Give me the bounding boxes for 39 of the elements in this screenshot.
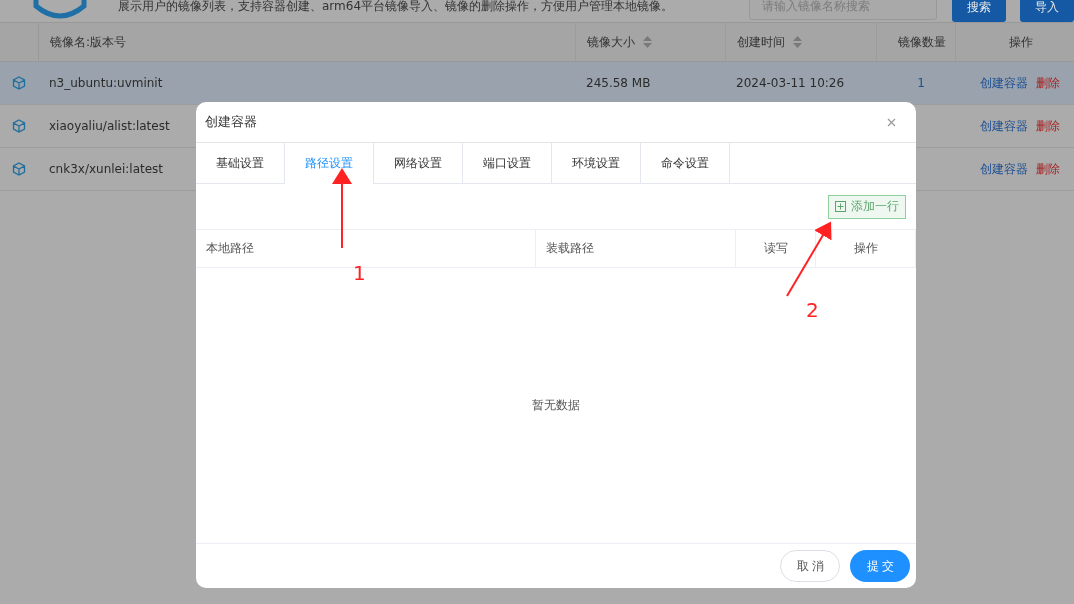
- sort-icon[interactable]: [643, 36, 652, 48]
- create-link[interactable]: 创建容器: [980, 160, 1028, 178]
- table-cell: 2024-03-11 10:26: [736, 76, 845, 90]
- table-cell: 245.58 MB: [586, 76, 651, 90]
- column-header: 操作: [853, 240, 878, 257]
- table-row[interactable]: n3_ubuntu:uvminit 245.58 MB 2024-03-11 10:26 1 创建容器 删除: [0, 62, 1074, 105]
- table-cell: xiaoyaliu/alist:latest: [49, 119, 170, 133]
- plus-icon: [835, 201, 846, 212]
- annotation-number: 2: [806, 299, 819, 321]
- search-button[interactable]: 搜索: [952, 0, 1006, 22]
- column-header: 创建时间: [737, 33, 785, 51]
- create-link[interactable]: 创建容器: [980, 74, 1028, 92]
- delete-link[interactable]: 删除: [1036, 117, 1060, 135]
- empty-message: 暂无数据: [532, 397, 580, 414]
- column-header: 镜像数量: [897, 33, 946, 51]
- delete-link[interactable]: 删除: [1036, 74, 1060, 92]
- column-header: 镜像大小: [587, 33, 635, 51]
- column-header: 操作: [1008, 33, 1033, 51]
- delete-link[interactable]: 删除: [1036, 160, 1060, 178]
- create-link[interactable]: 创建容器: [980, 117, 1028, 135]
- cube-icon: [12, 162, 26, 176]
- cube-icon: [12, 119, 26, 133]
- annotation-number: 1: [353, 262, 366, 284]
- table-cell: 1: [917, 76, 925, 90]
- add-row-button[interactable]: 添加一行: [828, 194, 906, 219]
- column-header: 镜像名:版本号: [50, 33, 127, 51]
- cancel-button[interactable]: 取消: [780, 550, 840, 582]
- sort-icon[interactable]: [793, 36, 802, 48]
- column-header: 装载路径: [546, 240, 594, 257]
- dialog-title: 创建容器: [205, 113, 257, 131]
- tab[interactable]: 路径设置: [285, 143, 374, 184]
- table-cell: n3_ubuntu:uvminit: [49, 76, 163, 90]
- page-description: 展示用户的镜像列表，支持容器创建、arm64平台镜像导入、镜像的删除操作，方便用户管理本地镜像。: [118, 0, 675, 15]
- column-header: 读写: [763, 240, 788, 257]
- table-cell: cnk3x/xunlei:latest: [49, 162, 164, 176]
- import-button[interactable]: 导入: [1020, 0, 1074, 22]
- submit-button[interactable]: 提交: [850, 550, 910, 582]
- cube-icon: [12, 76, 26, 90]
- column-header: 本地路径: [206, 240, 254, 257]
